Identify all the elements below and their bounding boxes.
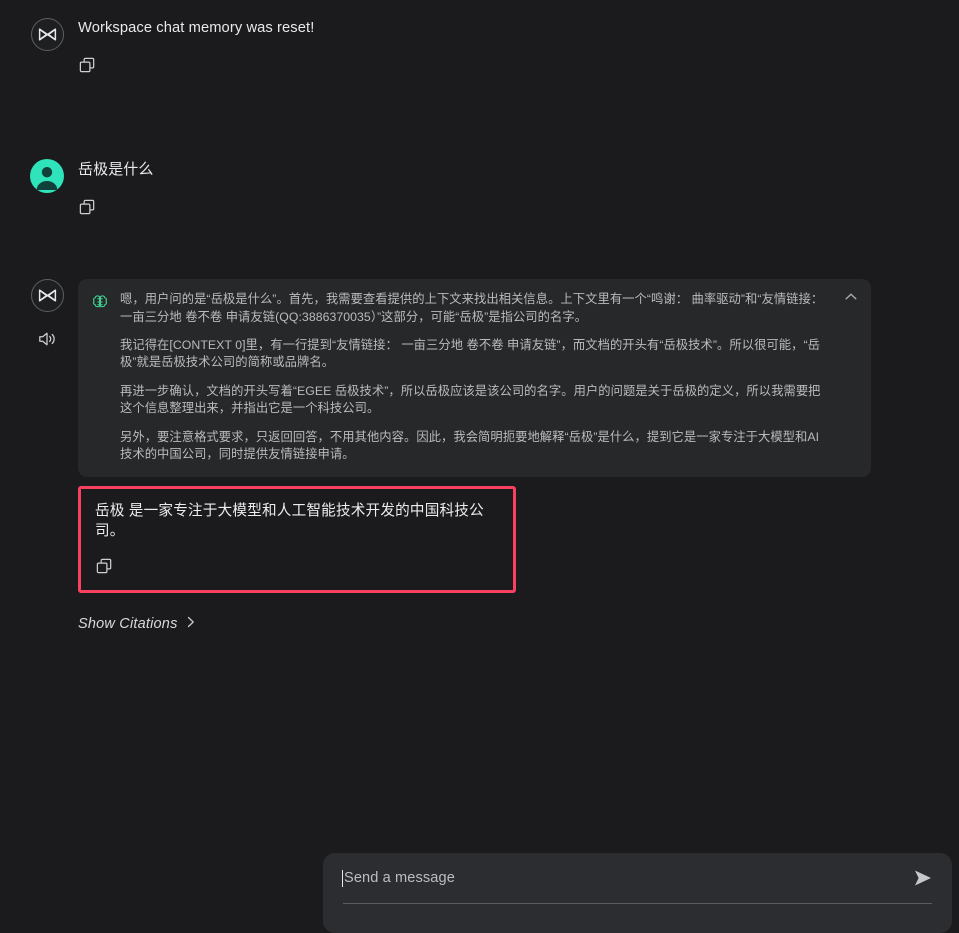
bot-logo-icon [30, 18, 64, 51]
message-input[interactable] [344, 870, 900, 886]
brain-icon [91, 293, 109, 311]
message-gutter [16, 18, 78, 51]
message-actions [78, 56, 945, 76]
reasoning-paragraph: 再进一步确认，文档的开头写着“EGEE 岳极技术”，所以岳极应该是该公司的名字。… [120, 383, 821, 416]
show-citations-button[interactable]: Show Citations [78, 615, 197, 634]
answer-text: 岳极 是一家专注于大模型和人工智能技术开发的中国科技公司。 [95, 502, 484, 540]
chevron-right-icon [185, 615, 197, 634]
answer-highlight-box: 岳极 是一家专注于大模型和人工智能技术开发的中国科技公司。 [78, 485, 516, 593]
message-text: 岳极是什么 [78, 160, 154, 178]
reasoning-paragraph: 嗯，用户问的是“岳极是什么”。首先，我需要查看提供的上下文来找出相关信息。上下文… [120, 292, 824, 324]
chevron-up-icon[interactable] [842, 288, 860, 306]
assistant-body: 嗯，用户问的是“岳极是什么”。首先，我需要查看提供的上下文来找出相关信息。上下文… [78, 279, 945, 633]
copy-icon[interactable] [78, 56, 97, 75]
answer-actions [95, 557, 499, 577]
message-body: Workspace chat memory was reset! [78, 18, 945, 76]
message-composer[interactable] [323, 853, 952, 933]
composer-area [0, 845, 959, 933]
send-icon[interactable] [910, 866, 936, 890]
composer-divider [343, 903, 932, 904]
reasoning-text: 嗯，用户问的是“岳极是什么”。首先，我需要查看提供的上下文来找出相关信息。上下文… [120, 291, 831, 464]
message-gutter [16, 279, 78, 349]
message-row-assistant: 嗯，用户问的是“岳极是什么”。首先，我需要查看提供的上下文来找出相关信息。上下文… [0, 217, 959, 633]
text-cursor [342, 869, 343, 887]
message-text: Workspace chat memory was reset! [78, 20, 315, 36]
copy-icon[interactable] [78, 198, 97, 217]
reasoning-panel: 嗯，用户问的是“岳极是什么”。首先，我需要查看提供的上下文来找出相关信息。上下文… [78, 279, 871, 477]
message-body: 岳极是什么 [78, 159, 945, 217]
message-row-system: Workspace chat memory was reset! [0, 0, 959, 76]
bot-logo-icon [30, 279, 64, 313]
message-row-user: 岳极是什么 [0, 76, 959, 217]
message-actions [78, 197, 945, 217]
reasoning-paragraph: 另外，要注意格式要求，只返回回答，不用其他内容。因此，我会简明扼要地解释“岳极”… [120, 429, 820, 462]
reasoning-paragraph: 我记得在[CONTEXT 0]里，有一行提到“友情链接： 一亩三分地 卷不卷 申… [120, 338, 820, 370]
show-citations-label: Show Citations [78, 616, 178, 633]
speaker-icon[interactable] [36, 329, 58, 349]
reasoning-panel-wrapper: 嗯，用户问的是“岳极是什么”。首先，我需要查看提供的上下文来找出相关信息。上下文… [78, 279, 945, 477]
message-gutter [16, 158, 78, 193]
user-avatar-icon [30, 158, 64, 193]
copy-icon[interactable] [95, 557, 114, 576]
chat-scroll-area[interactable]: Workspace chat memory was reset! 岳极是什么 嗯… [0, 0, 959, 845]
